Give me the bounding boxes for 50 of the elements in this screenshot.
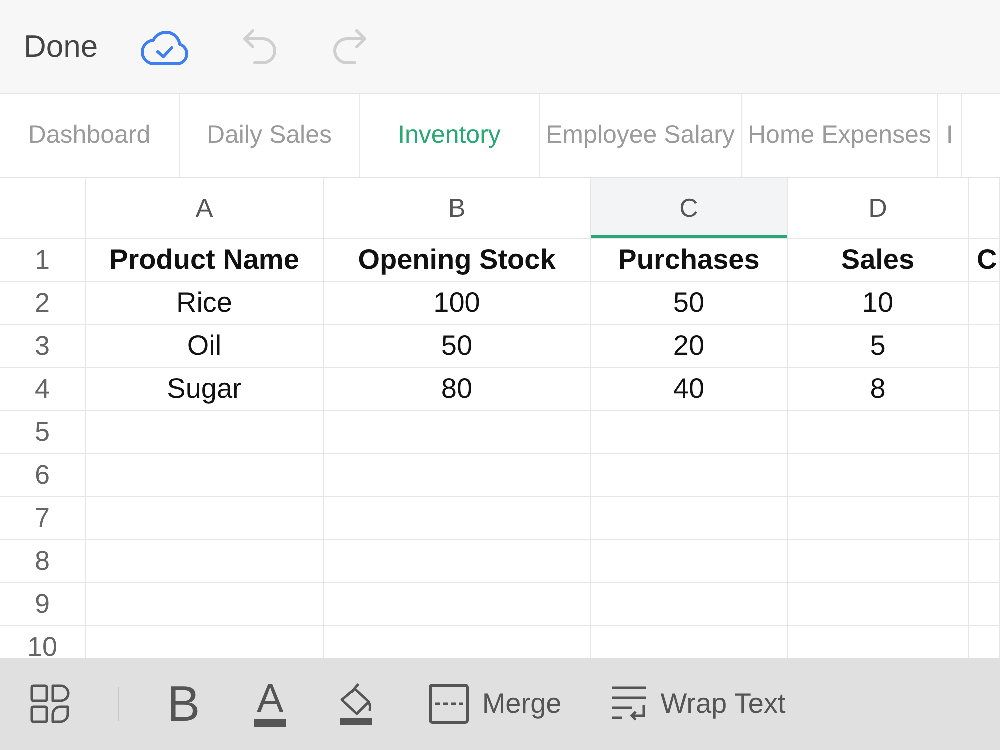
table-cell: 40: [591, 368, 788, 411]
row-number[interactable]: 9: [0, 583, 86, 626]
table-cell: Opening Stock: [324, 239, 591, 282]
table-cell: 80: [324, 368, 591, 411]
table-cell: Oil: [86, 325, 324, 368]
row-number[interactable]: 4: [0, 368, 86, 411]
sheet-tab[interactable]: Inventory: [360, 94, 540, 177]
table-cell: 50: [324, 325, 591, 368]
paint-bucket-icon[interactable]: [338, 683, 374, 725]
table-cell: 50: [591, 282, 788, 325]
table-cell: [969, 325, 1000, 368]
table-cell: 8: [788, 368, 969, 411]
table-cell: Sales: [788, 239, 969, 282]
table-cell: [969, 454, 1000, 497]
column-header[interactable]: C: [591, 178, 788, 239]
row-number[interactable]: 2: [0, 282, 86, 325]
color-swatch-icon: [254, 719, 286, 727]
bold-button[interactable]: B: [167, 679, 200, 729]
table-cell: [969, 368, 1000, 411]
table-cell: Sugar: [86, 368, 324, 411]
select-all-corner[interactable]: [0, 178, 86, 239]
row-number[interactable]: 3: [0, 325, 86, 368]
table-cell: Rice: [86, 282, 324, 325]
table-cell: Purchases: [591, 239, 788, 282]
table-cell: [969, 282, 1000, 325]
row-number[interactable]: 1: [0, 239, 86, 282]
grid-icon[interactable]: [30, 684, 70, 724]
table-cell: 100: [324, 282, 591, 325]
row-number[interactable]: 8: [0, 540, 86, 583]
table-cell: [969, 540, 1000, 583]
table-cell: [969, 497, 1000, 540]
column-header[interactable]: A: [86, 178, 324, 239]
font-color-button[interactable]: A: [254, 681, 286, 727]
column-header[interactable]: D: [788, 178, 969, 239]
row-number[interactable]: 6: [0, 454, 86, 497]
row-number[interactable]: 7: [0, 497, 86, 540]
table-cell: 10: [788, 282, 969, 325]
wrap-text-icon: [610, 685, 648, 723]
table-cell: [969, 583, 1000, 626]
done-button[interactable]: Done: [24, 28, 98, 64]
wrap-text-button[interactable]: Wrap Text: [610, 685, 786, 723]
column-header[interactable]: [969, 178, 1000, 239]
row-number[interactable]: 5: [0, 411, 86, 454]
table-cell: Product Name: [86, 239, 324, 282]
table-cell: [969, 411, 1000, 454]
merge-cells-icon: [429, 684, 470, 724]
table-cell: 5: [788, 325, 969, 368]
table-cell: C: [969, 239, 1000, 282]
merge-button[interactable]: Merge: [429, 684, 562, 724]
table-cell: 20: [591, 325, 788, 368]
